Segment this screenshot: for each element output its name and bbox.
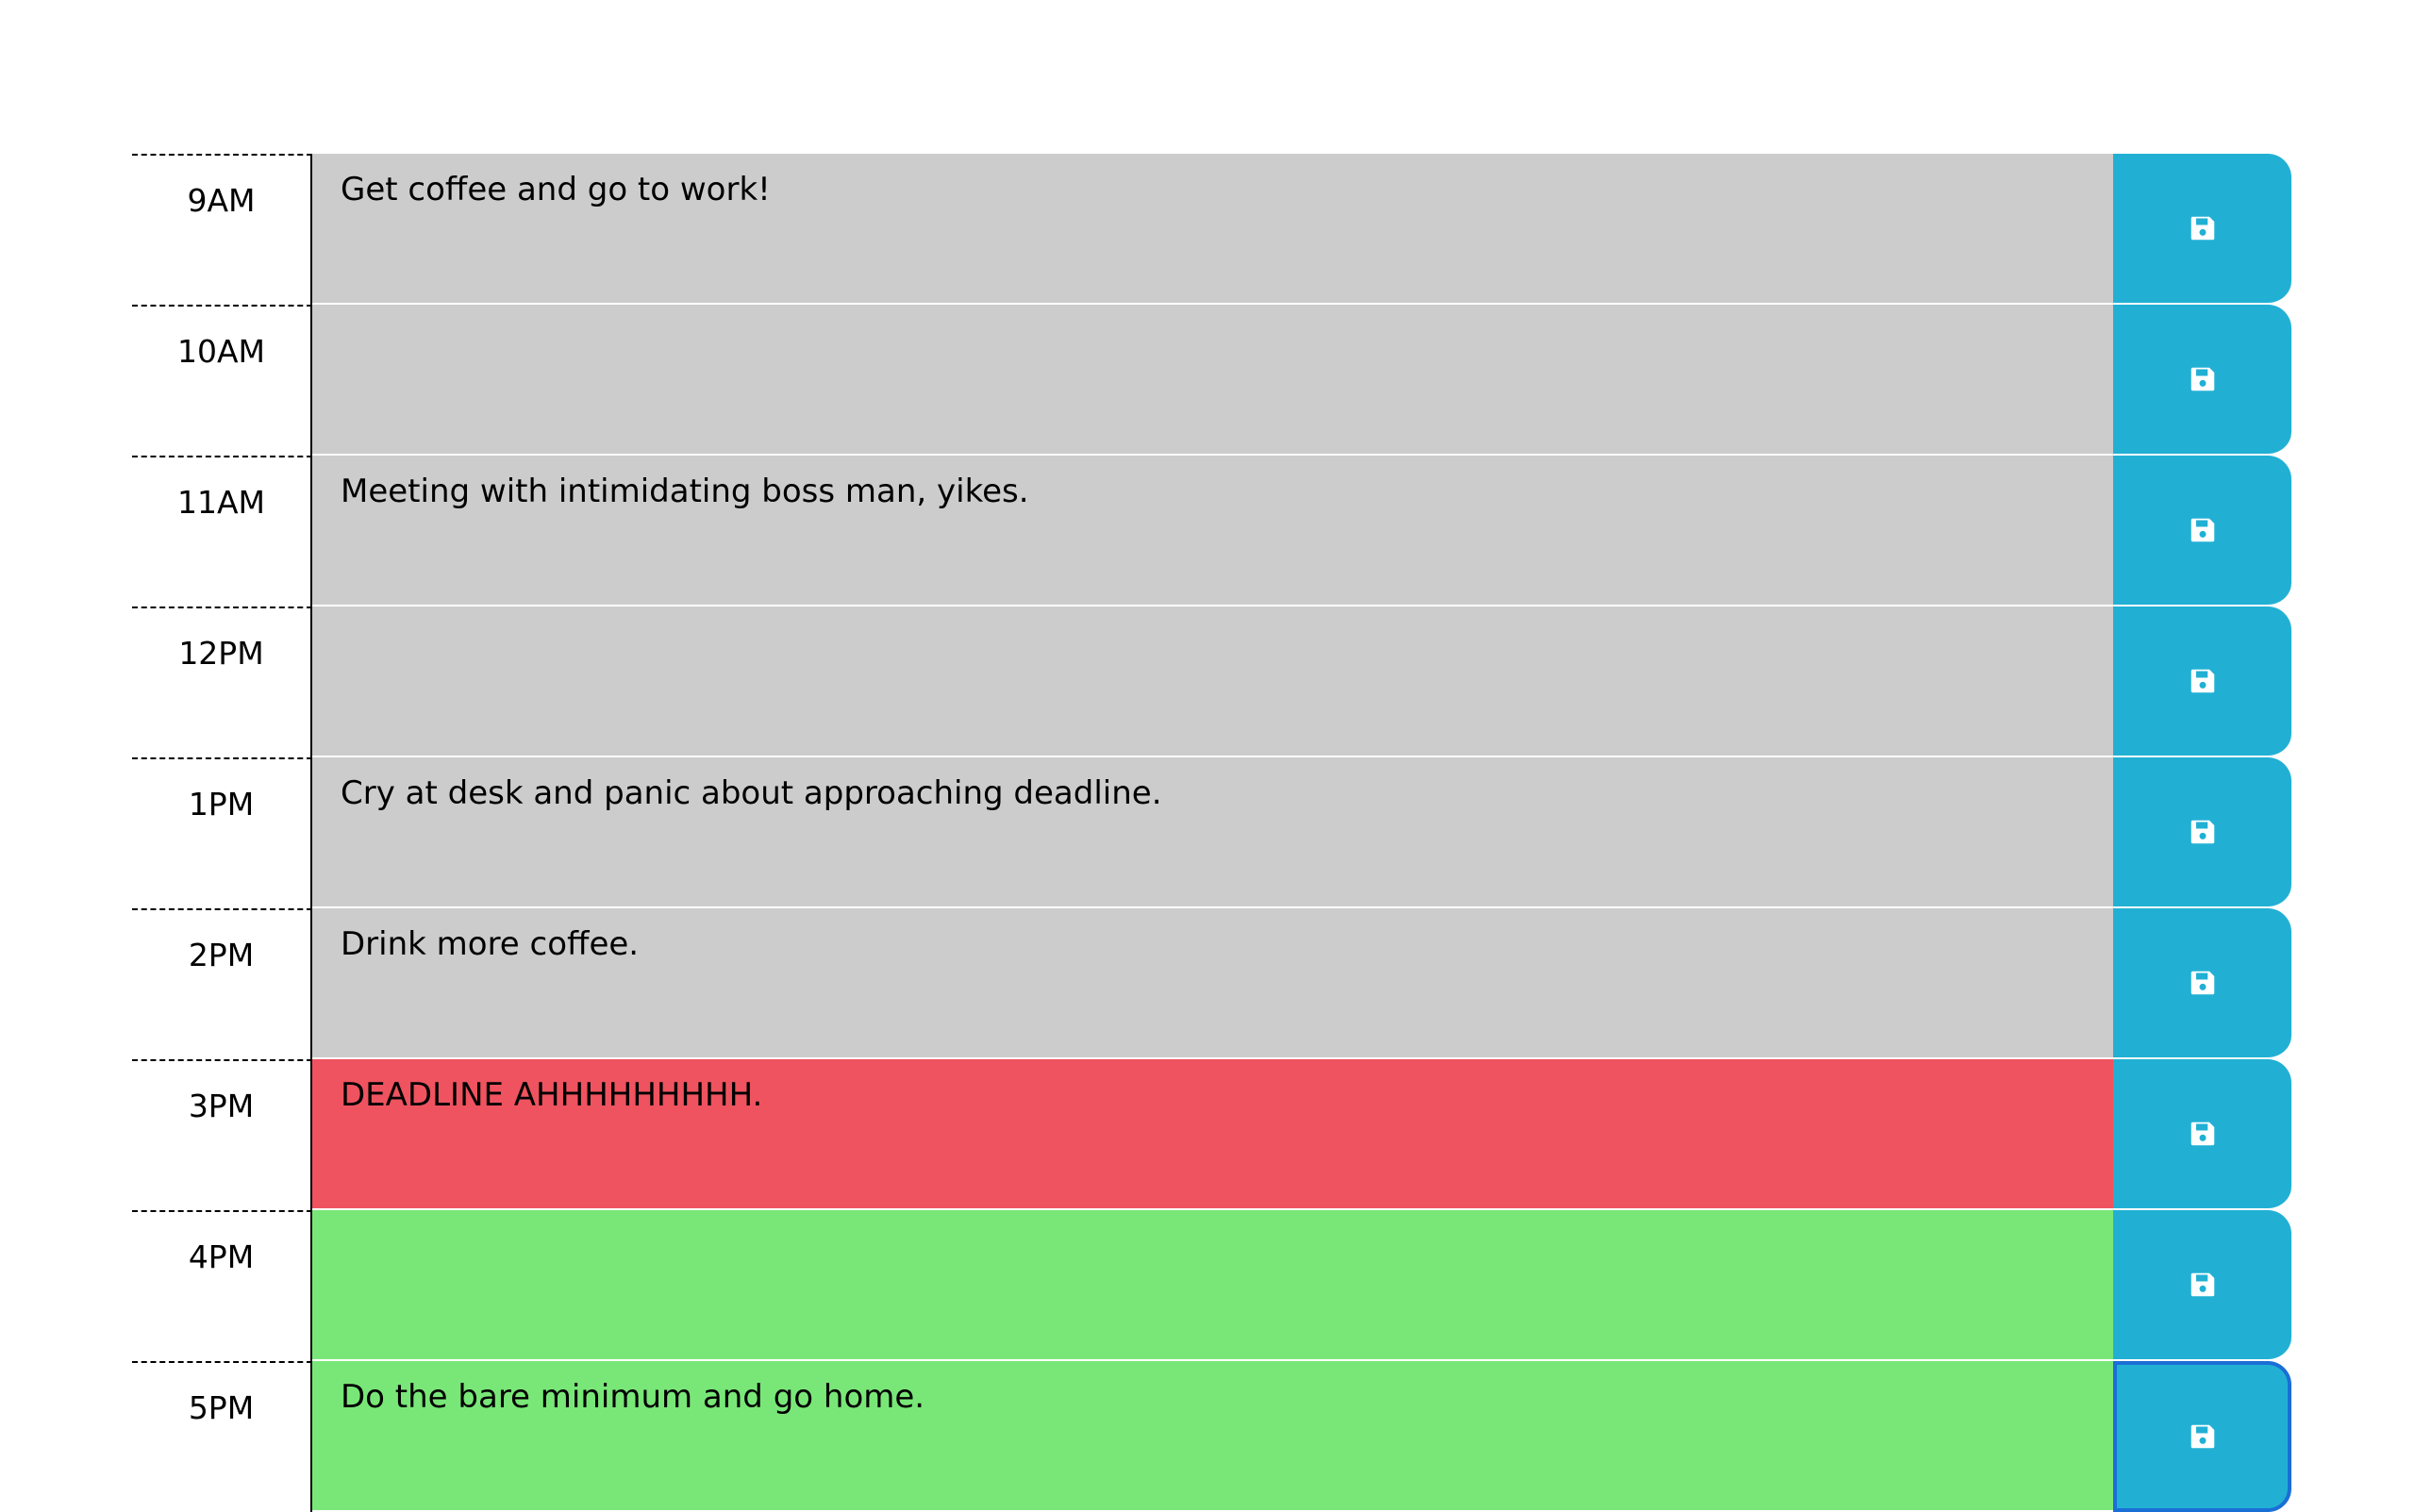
floppy-disk-icon: [2190, 1122, 2214, 1146]
event-description[interactable]: Get coffee and go to work!: [312, 154, 2113, 305]
hour-label: 3PM: [132, 1059, 312, 1210]
event-description[interactable]: [312, 1210, 2113, 1361]
save-button[interactable]: [2113, 606, 2291, 757]
floppy-disk-icon: [2190, 1424, 2214, 1449]
save-button[interactable]: [2113, 456, 2291, 606]
time-block-11am: 11AM Meeting with intimidating boss man,…: [132, 456, 2291, 606]
floppy-disk-icon: [2190, 971, 2214, 995]
save-button[interactable]: [2113, 1059, 2291, 1210]
event-description[interactable]: Drink more coffee.: [312, 908, 2113, 1059]
hour-label: 2PM: [132, 908, 312, 1059]
hour-label: 10AM: [132, 305, 312, 456]
event-description[interactable]: Cry at desk and panic about approaching …: [312, 757, 2113, 908]
save-button[interactable]: [2113, 757, 2291, 908]
save-button[interactable]: [2113, 1361, 2291, 1512]
floppy-disk-icon: [2190, 1272, 2214, 1297]
floppy-disk-icon: [2190, 820, 2214, 844]
time-block-12pm: 12PM: [132, 606, 2291, 757]
event-description[interactable]: [312, 606, 2113, 757]
floppy-disk-icon: [2190, 216, 2214, 241]
event-description[interactable]: Do the bare minimum and go home.: [312, 1361, 2113, 1512]
time-block-5pm: 5PM Do the bare minimum and go home.: [132, 1361, 2291, 1512]
floppy-disk-icon: [2190, 518, 2214, 542]
floppy-disk-icon: [2190, 367, 2214, 391]
save-button[interactable]: [2113, 1210, 2291, 1361]
event-description[interactable]: [312, 305, 2113, 456]
time-block-2pm: 2PM Drink more coffee.: [132, 908, 2291, 1059]
time-block-3pm: 3PM DEADLINE AHHHHHHHHH.: [132, 1059, 2291, 1210]
time-block-1pm: 1PM Cry at desk and panic about approach…: [132, 757, 2291, 908]
hour-label: 5PM: [132, 1361, 312, 1512]
hour-label: 9AM: [132, 154, 312, 305]
time-block-4pm: 4PM: [132, 1210, 2291, 1361]
day-planner: 9AM Get coffee and go to work! 10AM 11AM…: [132, 154, 2291, 1512]
hour-label: 11AM: [132, 456, 312, 606]
hour-label: 4PM: [132, 1210, 312, 1361]
save-button[interactable]: [2113, 305, 2291, 456]
time-block-10am: 10AM: [132, 305, 2291, 456]
event-description[interactable]: DEADLINE AHHHHHHHHH.: [312, 1059, 2113, 1210]
time-block-9am: 9AM Get coffee and go to work!: [132, 154, 2291, 305]
event-description[interactable]: Meeting with intimidating boss man, yike…: [312, 456, 2113, 606]
hour-label: 12PM: [132, 606, 312, 757]
floppy-disk-icon: [2190, 669, 2214, 693]
hour-label: 1PM: [132, 757, 312, 908]
save-button[interactable]: [2113, 908, 2291, 1059]
save-button[interactable]: [2113, 154, 2291, 305]
